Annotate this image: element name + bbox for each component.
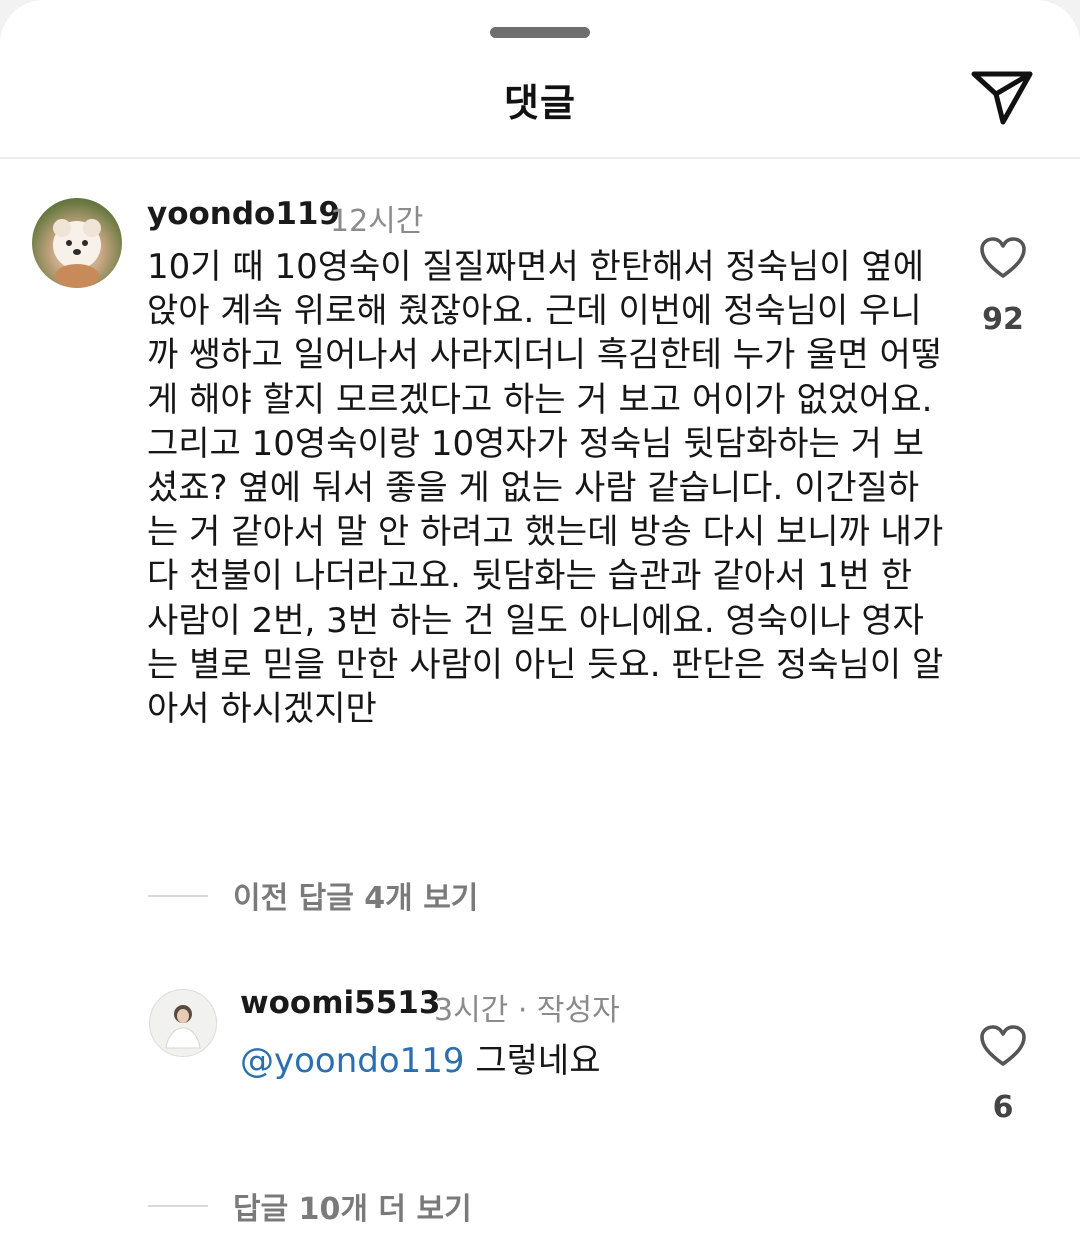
reply-like-button[interactable]	[979, 1024, 1027, 1068]
drag-handle[interactable]	[490, 27, 590, 38]
avatar[interactable]	[32, 198, 122, 288]
thread-line	[148, 1205, 208, 1207]
reply-username[interactable]: woomi5513	[240, 985, 440, 1021]
reply-like-count: 6	[992, 1090, 1014, 1125]
header-divider	[0, 157, 1080, 159]
share-button[interactable]	[966, 66, 1038, 130]
comment-timestamp: 12시간	[330, 204, 424, 239]
thread-line	[148, 895, 208, 897]
comments-sheet: 댓글 yoondo119 12시간 10기 때 10영숙이 질질짜면서 한탄해서…	[0, 0, 1080, 1239]
paper-plane-icon	[971, 71, 1033, 125]
comment-text: 10기 때 10영숙이 질질짜면서 한탄해서 정숙님이 옆에 앉아 계속 위로해…	[147, 247, 955, 730]
reply-text: @yoondo119 그렇네요	[240, 1033, 601, 1082]
reply-meta: 3시간 · 작성자	[434, 993, 620, 1028]
reply-message: 그렇네요	[475, 1041, 601, 1081]
like-button[interactable]	[979, 236, 1027, 280]
sheet-title: 댓글	[504, 81, 576, 125]
reply-avatar[interactable]	[149, 989, 217, 1057]
like-count: 92	[982, 302, 1024, 337]
view-more-replies-button[interactable]: 답글 10개 더 보기	[233, 1184, 472, 1228]
heart-icon	[980, 237, 1026, 278]
comment-username[interactable]: yoondo119	[147, 196, 340, 232]
puppy-avatar-icon	[53, 219, 101, 288]
person-avatar-icon	[165, 1005, 201, 1049]
view-previous-replies-button[interactable]: 이전 답글 4개 보기	[233, 873, 478, 917]
mention-link[interactable]: @yoondo119	[240, 1041, 465, 1081]
heart-icon	[980, 1025, 1026, 1066]
